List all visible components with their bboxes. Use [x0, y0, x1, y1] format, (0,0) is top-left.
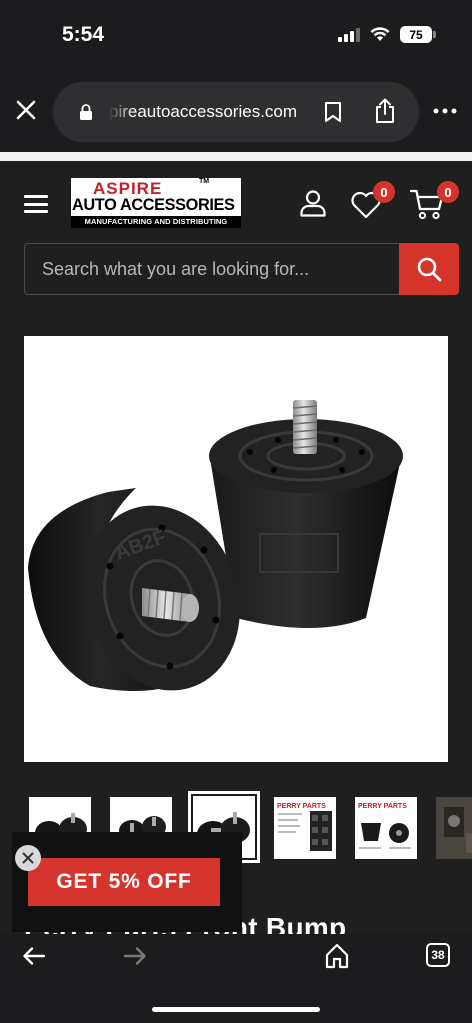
signal-icon — [338, 27, 360, 42]
browser-bottom-bar: 38 — [0, 934, 472, 1023]
page-top-divider — [0, 152, 472, 161]
home-indicator — [152, 1007, 320, 1012]
thumbnail-6[interactable] — [436, 797, 472, 859]
wishlist-count-badge: 0 — [373, 181, 395, 203]
share-icon[interactable] — [373, 98, 397, 124]
url-text[interactable]: pireautoaccessories.com — [109, 102, 319, 122]
battery-indicator: 75 — [400, 26, 436, 43]
cart-count-badge: 0 — [437, 181, 459, 203]
user-icon[interactable] — [299, 189, 327, 217]
wifi-icon — [370, 27, 390, 41]
close-icon[interactable] — [14, 98, 38, 122]
thumbnail-4[interactable]: PERRY PARTS — [274, 797, 336, 859]
lock-icon — [80, 104, 92, 120]
search-section — [0, 241, 472, 332]
thumb-brand-text-1: PERRY PARTS — [277, 803, 326, 810]
product-main-image[interactable]: AB2F — [24, 336, 448, 762]
tabs-icon[interactable]: 38 — [426, 943, 450, 967]
discount-button[interactable]: GET 5% OFF — [28, 858, 220, 906]
browser-toolbar: pireautoaccessories.com — [0, 70, 472, 152]
forward-arrow-icon[interactable] — [123, 946, 147, 966]
promo-close-button[interactable] — [15, 845, 41, 871]
status-bar: 5:54 75 — [0, 0, 472, 70]
back-arrow-icon[interactable] — [22, 946, 46, 966]
more-icon[interactable] — [433, 108, 457, 114]
search-input[interactable] — [24, 243, 400, 295]
home-icon[interactable] — [325, 943, 349, 969]
logo-main-text: AUTO ACCESSORIES — [72, 195, 235, 214]
status-time: 5:54 — [62, 23, 105, 46]
bookmark-icon[interactable] — [324, 101, 342, 123]
close-icon — [22, 852, 34, 864]
bump-stops-illustration: AB2F — [28, 400, 403, 691]
site-header: ASPIRE TM AUTO ACCESSORIES MANUFACTURING… — [0, 161, 472, 241]
search-icon — [417, 257, 442, 282]
address-bar[interactable]: pireautoaccessories.com — [53, 82, 419, 142]
menu-icon[interactable] — [24, 195, 48, 213]
status-icons: 75 — [338, 26, 436, 43]
logo-tagline: MANUFACTURING AND DISTRIBUTING — [71, 216, 241, 228]
search-button[interactable] — [399, 243, 459, 295]
site-logo[interactable]: ASPIRE TM AUTO ACCESSORIES MANUFACTURING… — [71, 178, 241, 228]
thumbnail-5[interactable]: PERRY PARTS — [355, 797, 417, 859]
logo-trademark: TM — [199, 178, 210, 185]
thumb-brand-text-2: PERRY PARTS — [358, 803, 407, 810]
